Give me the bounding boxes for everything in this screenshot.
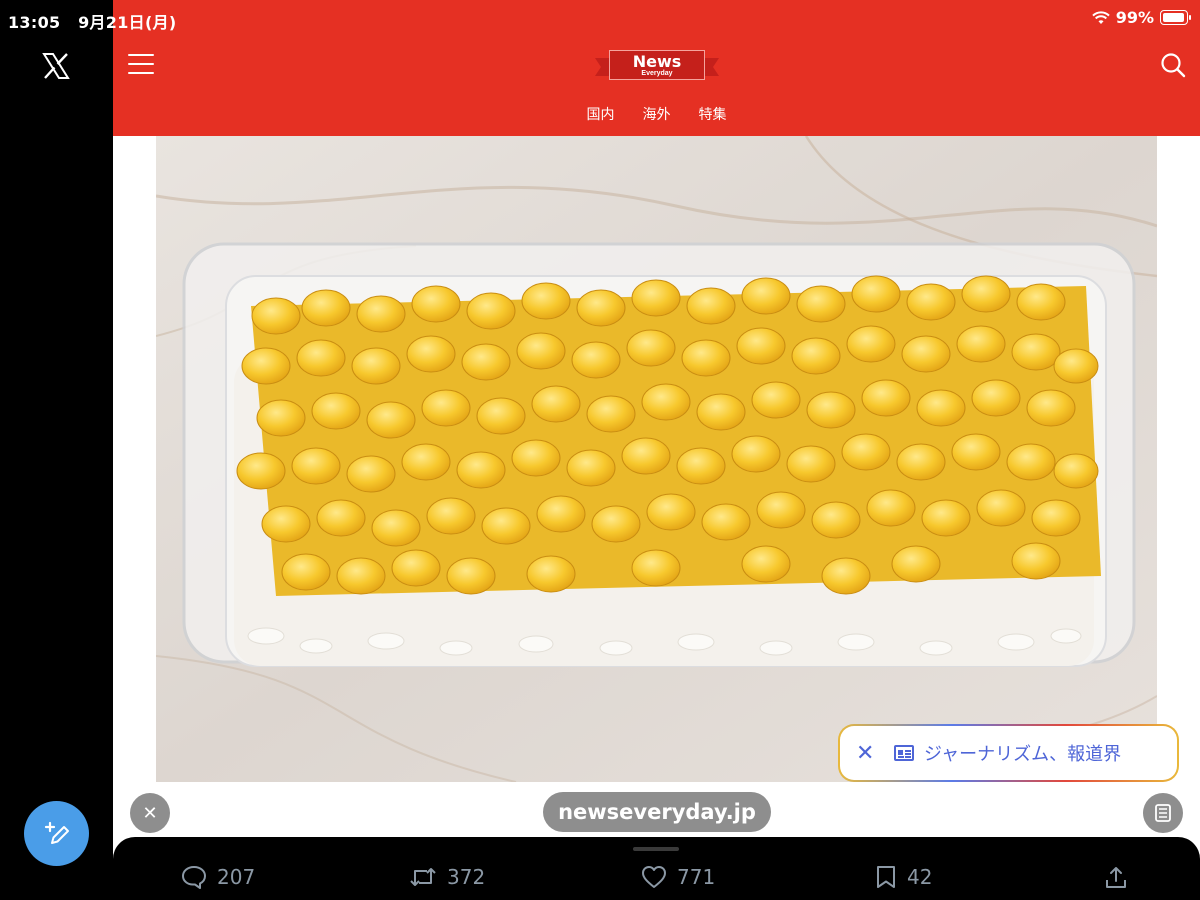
news-icon <box>894 745 914 761</box>
compose-post-button[interactable] <box>24 801 89 866</box>
reply-icon <box>182 866 206 889</box>
logo-title: News <box>632 52 682 71</box>
url-bar[interactable]: newseveryday.jp <box>543 792 771 832</box>
tweet-action-bar: 207 372 771 42 <box>113 837 1200 900</box>
site-nav: 国内 海外 特集 <box>113 104 1200 124</box>
like-count: 771 <box>677 865 716 889</box>
nav-domestic[interactable]: 国内 <box>587 104 615 124</box>
reply-button[interactable]: 207 <box>181 865 255 889</box>
close-icon: ✕ <box>142 803 158 823</box>
wifi-icon <box>1092 10 1110 24</box>
nav-feature[interactable]: 特集 <box>699 104 727 124</box>
site-logo[interactable]: News Everyday <box>595 50 719 84</box>
x-logo-icon[interactable] <box>42 52 70 80</box>
menu-icon[interactable] <box>128 54 154 74</box>
reply-count: 207 <box>217 865 256 889</box>
logo-subtitle: Everyday <box>641 70 673 77</box>
repost-icon <box>410 868 436 886</box>
status-time: 13:05 9月21日(月) <box>8 13 177 32</box>
topic-suggestion-pill[interactable]: ✕ ジャーナリズム、報道界 <box>838 724 1179 782</box>
reader-icon <box>1155 804 1171 822</box>
battery-percent: 99% <box>1115 8 1154 27</box>
x-sidebar <box>0 0 113 900</box>
status-bar: 13:05 9月21日(月) 99% <box>0 0 1200 36</box>
repost-button[interactable]: 372 <box>409 865 485 889</box>
close-icon[interactable]: ✕ <box>856 740 882 766</box>
sheet-grabber[interactable] <box>633 847 679 851</box>
search-icon[interactable] <box>1160 52 1186 78</box>
bookmark-icon <box>877 866 895 888</box>
topic-label: ジャーナリズム、報道界 <box>924 744 1122 765</box>
article-photo <box>156 136 1157 782</box>
share-icon <box>1106 867 1126 888</box>
share-button[interactable] <box>1105 865 1127 889</box>
heart-icon <box>642 866 666 888</box>
bookmark-count: 42 <box>907 865 933 889</box>
web-view: News Everyday 国内 海外 特集 ✕ ジャーナリズム、報道界 ✕ n… <box>113 0 1200 900</box>
close-browser-button[interactable]: ✕ <box>130 793 170 833</box>
battery-icon <box>1160 10 1191 25</box>
status-right: 99% <box>1092 8 1191 27</box>
compose-post-icon <box>44 821 69 844</box>
reader-mode-button[interactable] <box>1143 793 1183 833</box>
repost-count: 372 <box>447 865 486 889</box>
nav-overseas[interactable]: 海外 <box>643 104 671 124</box>
bookmark-button[interactable]: 42 <box>875 865 932 889</box>
like-button[interactable]: 771 <box>641 865 715 889</box>
